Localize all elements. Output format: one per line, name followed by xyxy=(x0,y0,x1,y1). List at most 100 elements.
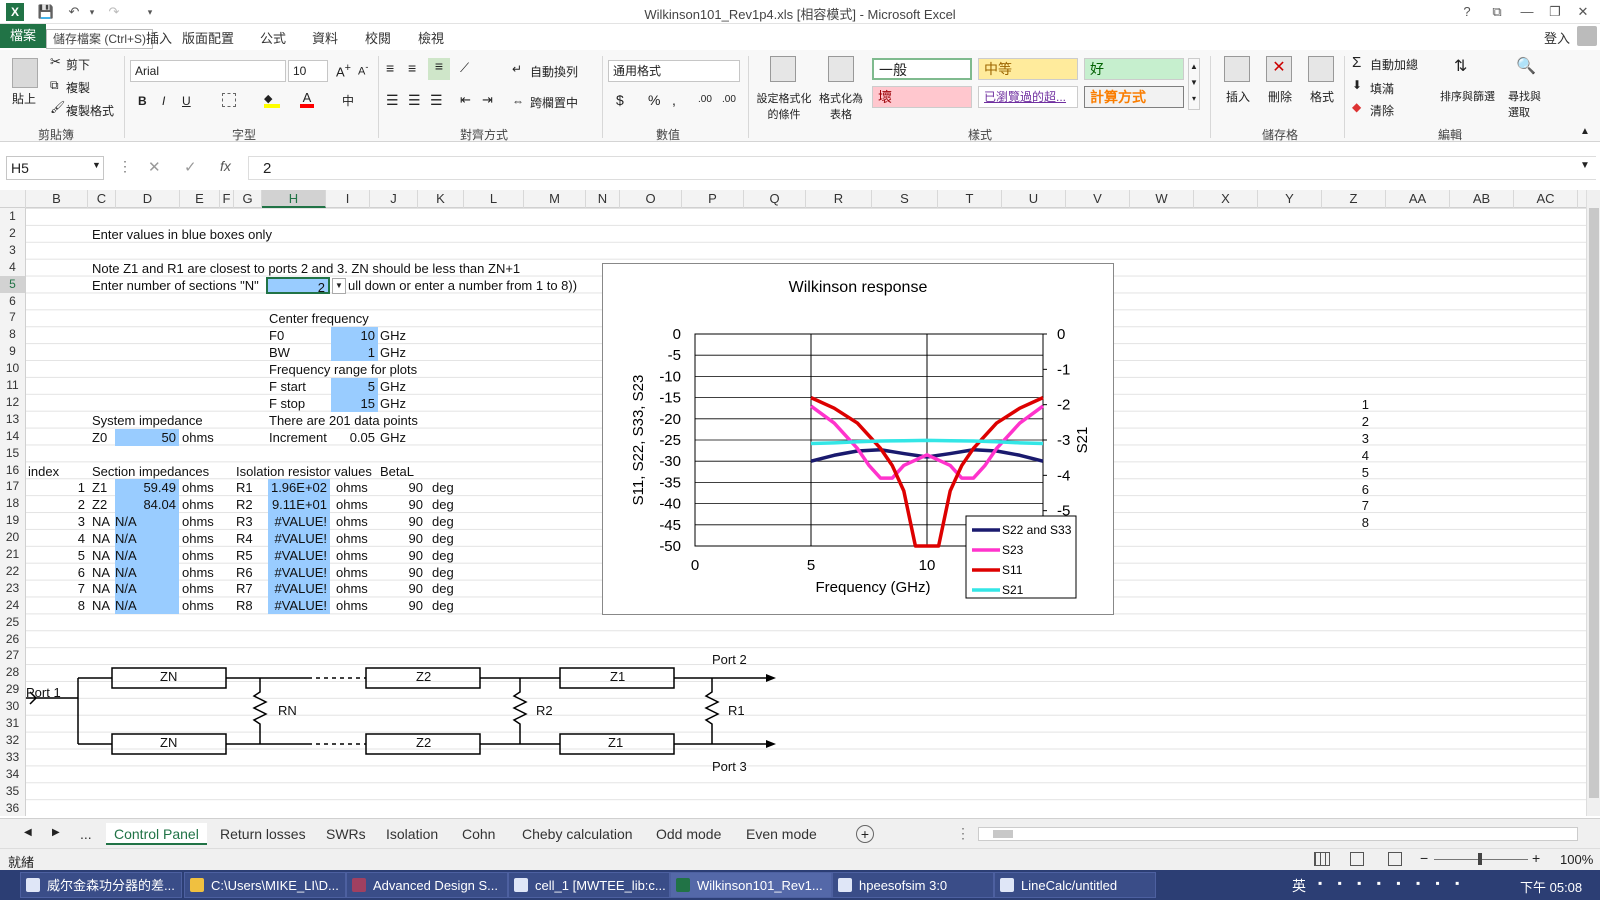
paste-icon[interactable] xyxy=(12,58,38,88)
task-cell[interactable]: cell_1 [MWTEE_lib:c... xyxy=(508,872,670,898)
vertical-scrollbar[interactable] xyxy=(1586,190,1600,816)
z0-input[interactable]: 50 xyxy=(115,429,179,446)
bold-button[interactable]: B xyxy=(138,94,147,108)
sheet-tab-swrs[interactable]: SWRs xyxy=(318,823,374,845)
column-header-v[interactable]: V xyxy=(1066,190,1130,208)
insert-function-icon[interactable]: fx xyxy=(220,158,231,174)
row-header-14[interactable]: 14 xyxy=(0,428,25,445)
row-header-7[interactable]: 7 xyxy=(0,309,25,326)
decrease-indent-icon[interactable]: ⇤ xyxy=(460,92,471,108)
format-painter-button[interactable]: 複製格式 xyxy=(66,102,114,119)
row-header-28[interactable]: 28 xyxy=(0,664,25,681)
clear-button[interactable]: 清除 xyxy=(1370,102,1394,119)
minimize-button[interactable]: — xyxy=(1514,2,1540,22)
row-header-8[interactable]: 8 xyxy=(0,326,25,343)
column-header-l[interactable]: L xyxy=(464,190,524,208)
conditional-format-button[interactable]: 設定格式化的條件 xyxy=(752,90,816,122)
section-impedance[interactable]: N/A xyxy=(115,580,179,598)
merge-center-button[interactable]: 跨欄置中 xyxy=(530,94,578,111)
sheet-tab-odd-mode[interactable]: Odd mode xyxy=(648,823,729,845)
sheet-tab-return-losses[interactable]: Return losses xyxy=(212,823,314,845)
prev-sheet-icon[interactable]: ◀ xyxy=(24,827,32,838)
format-as-table-button[interactable]: 格式化為表格 xyxy=(816,90,866,122)
section-impedance[interactable]: N/A xyxy=(115,597,179,615)
clock[interactable]: 下午 05:08 xyxy=(1520,877,1582,896)
style-calculation[interactable]: 計算方式 xyxy=(1084,86,1184,108)
hscroll-thumb[interactable] xyxy=(993,830,1013,838)
row-header-36[interactable]: 36 xyxy=(0,800,25,817)
wilkinson-chart[interactable]: Wilkinson response0510150-5-10-15-20-25-… xyxy=(602,263,1114,615)
f0-input[interactable]: 10 xyxy=(331,327,378,344)
row-header-22[interactable]: 22 xyxy=(0,563,25,580)
zoom-slider[interactable] xyxy=(1434,853,1528,865)
row-header-13[interactable]: 13 xyxy=(0,411,25,428)
zoom-thumb[interactable] xyxy=(1478,853,1482,865)
sections-input[interactable]: 2 xyxy=(266,277,330,295)
task-browser[interactable]: 威尔金森功分器的差... xyxy=(20,872,182,898)
row-header-20[interactable]: 20 xyxy=(0,529,25,546)
row-header-34[interactable]: 34 xyxy=(0,766,25,783)
next-sheet-icon[interactable]: ▶ xyxy=(52,827,60,838)
clear-icon[interactable]: ◆ xyxy=(1352,100,1361,114)
column-header-t[interactable]: T xyxy=(938,190,1002,208)
fstop-input[interactable]: 15 xyxy=(331,395,378,412)
copy-button[interactable]: 複製 xyxy=(66,79,90,96)
fill-icon[interactable]: ⬇ xyxy=(1352,78,1362,92)
row-header-17[interactable]: 17 xyxy=(0,478,25,495)
autosum-button[interactable]: 自動加總 xyxy=(1370,56,1418,73)
cut-button[interactable]: 剪下 xyxy=(66,56,90,73)
tab-splitter-icon[interactable]: ⋮ xyxy=(956,825,970,842)
sheet-tab-cheby[interactable]: Cheby calculation xyxy=(514,823,641,845)
avatar-icon[interactable] xyxy=(1577,26,1597,46)
horizontal-scrollbar[interactable] xyxy=(978,827,1578,841)
sort-filter-button[interactable]: 排序與篩選 xyxy=(1440,88,1495,104)
find-select-button[interactable]: 尋找與選取 xyxy=(1508,88,1548,120)
italic-button[interactable]: I xyxy=(162,94,165,108)
row-header-15[interactable]: 15 xyxy=(0,445,25,462)
shrink-font-icon[interactable]: A- xyxy=(358,62,368,78)
cut-icon[interactable]: ✂ xyxy=(50,54,61,70)
column-header-w[interactable]: W xyxy=(1130,190,1194,208)
row-header-16[interactable]: 16 xyxy=(0,462,25,479)
column-header-ab[interactable]: AB xyxy=(1450,190,1514,208)
merge-icon[interactable]: ⇔ xyxy=(512,94,524,108)
zoom-out-icon[interactable]: − xyxy=(1420,850,1428,866)
row-header-6[interactable]: 6 xyxy=(0,293,25,310)
styles-scroll-icon[interactable]: ▲ ▼ ▾ xyxy=(1188,58,1200,110)
column-header-m[interactable]: M xyxy=(524,190,586,208)
page-layout-view-icon[interactable] xyxy=(1350,852,1364,866)
help-button[interactable]: ? xyxy=(1454,2,1480,22)
column-header-s[interactable]: S xyxy=(872,190,938,208)
format-as-table-icon[interactable] xyxy=(828,56,854,82)
paste-button[interactable]: 貼上 xyxy=(12,90,36,107)
wrap-text-icon[interactable]: ↵ xyxy=(512,62,522,76)
column-header-q[interactable]: Q xyxy=(744,190,806,208)
style-normal[interactable]: 一般 xyxy=(872,58,972,80)
increase-decimal-icon[interactable]: .00 xyxy=(698,94,712,105)
align-center-icon[interactable]: ☰ xyxy=(408,92,421,109)
row-header-9[interactable]: 9 xyxy=(0,343,25,360)
align-left-icon[interactable]: ☰ xyxy=(386,92,399,109)
tab-formulas[interactable]: 公式 xyxy=(260,28,286,47)
insert-cells-icon[interactable] xyxy=(1224,56,1250,82)
cancel-entry-icon[interactable]: ✕ xyxy=(148,158,161,176)
collapse-ribbon-icon[interactable]: ▲ xyxy=(1580,126,1590,137)
normal-view-icon[interactable] xyxy=(1314,852,1330,866)
ime-indicator[interactable]: 英 xyxy=(1292,876,1306,896)
row-header-32[interactable]: 32 xyxy=(0,732,25,749)
column-header-z[interactable]: Z xyxy=(1322,190,1386,208)
insert-cells-button[interactable]: 插入 xyxy=(1226,88,1250,105)
wrap-text-button[interactable]: 自動換列 xyxy=(530,63,578,80)
section-impedance[interactable]: N/A xyxy=(115,512,179,530)
align-right-icon[interactable]: ☰ xyxy=(430,92,443,109)
more-options-icon[interactable]: ⋮ xyxy=(118,158,132,175)
row-header-4[interactable]: 4 xyxy=(0,259,25,276)
formula-input[interactable]: 2 xyxy=(248,156,1596,180)
fill-button[interactable]: 填滿 xyxy=(1370,80,1394,97)
section-impedance[interactable]: 59.49 xyxy=(115,479,179,496)
sheet-tab-isolation[interactable]: Isolation xyxy=(378,823,446,845)
row-header-19[interactable]: 19 xyxy=(0,512,25,529)
row-header-30[interactable]: 30 xyxy=(0,698,25,715)
percent-button[interactable]: % xyxy=(648,92,660,108)
tab-review[interactable]: 校閱 xyxy=(365,28,391,47)
